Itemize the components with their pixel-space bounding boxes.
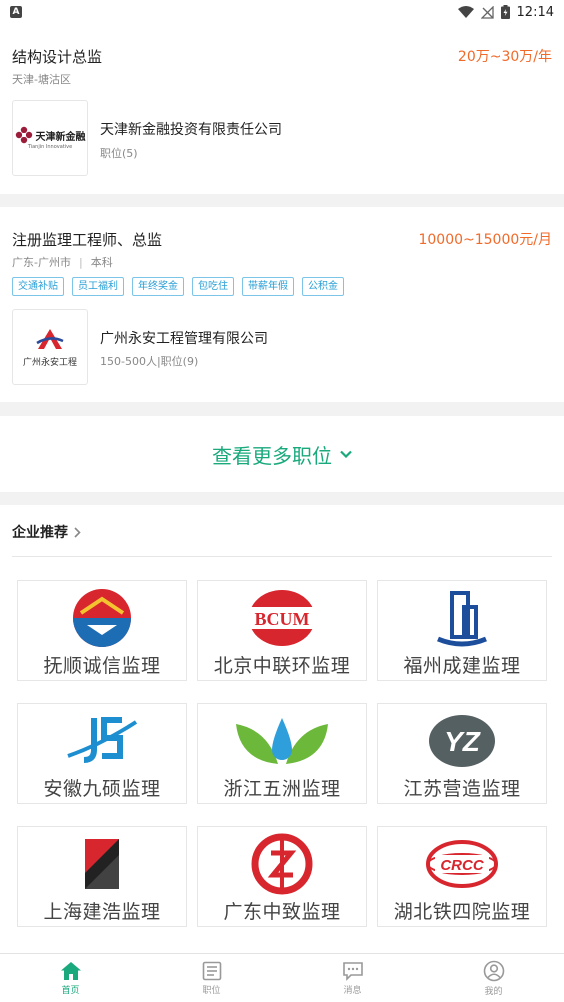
building-logo-icon (437, 591, 487, 647)
job-card[interactable]: 注册监理工程师、总监 10000~15000元/月 广东-广州市 | 本科 交通补贴… (0, 207, 564, 402)
logo-text: 广州永安工程 (22, 357, 77, 368)
crcc-logo-text: CRCC (440, 857, 484, 874)
company-tile-name: 福州成建监理 (403, 655, 521, 677)
bottom-tab-bar: 首页 职位 消息 我的 (0, 953, 564, 1002)
user-icon (483, 960, 504, 981)
company-tile[interactable]: 安徽九硕监理 (17, 703, 187, 804)
tab-profile[interactable]: 我的 (423, 954, 564, 1002)
jianhao-logo-icon (85, 839, 119, 889)
company-sub: 150-500人|职位(9) (100, 355, 199, 368)
benefit-tag: 员工福利 (72, 277, 124, 296)
more-jobs-label: 查看更多职位 (212, 443, 332, 468)
document-list-icon (202, 961, 221, 980)
benefit-tag: 年终奖金 (132, 277, 184, 296)
tab-label: 消息 (343, 985, 362, 996)
job-salary: 20万~30万/年 (457, 49, 552, 65)
job-education: 本科 (90, 256, 113, 269)
chat-bubble-icon (342, 961, 363, 981)
company-logo: 天津新金融 Tianjin Innovative (12, 100, 88, 176)
chevron-down-icon (340, 450, 352, 458)
flower-logo-icon (15, 126, 32, 144)
company-tile[interactable]: CRCC 湖北铁四院监理 (377, 826, 547, 927)
home-icon (60, 961, 81, 980)
signal-off-icon (480, 5, 494, 19)
more-jobs-section: 查看更多职位 (0, 416, 564, 492)
company-tile-name: 安徽九硕监理 (43, 778, 161, 800)
recommend-header[interactable]: 企业推荐 (12, 522, 81, 542)
benefit-tag: 包吃住 (192, 277, 234, 296)
company-sub: 职位(5) (100, 147, 138, 160)
yz-logo-icon: YZ (429, 715, 495, 767)
company-tile-name: 湖北铁四院监理 (393, 901, 531, 923)
more-jobs-button[interactable]: 查看更多职位 (212, 440, 352, 469)
job-meta: 广东-广州市 | 本科 (12, 256, 113, 269)
logo-text: 天津新金融 (35, 131, 86, 143)
logo-subtext: Tianjin Innovative (27, 144, 73, 150)
job-title: 注册监理工程师、总监 (12, 231, 163, 249)
benefit-tags: 交通补贴 员工福利 年终奖金 包吃住 带薪年假 公积金 (12, 277, 344, 296)
yongan-logo-icon (36, 328, 64, 349)
bcum-logo-text: BCUM (255, 609, 310, 629)
battery-icon (500, 5, 510, 19)
job-title: 结构设计总监 (12, 48, 103, 66)
job-location: 广东-广州市 (12, 256, 71, 269)
company-tile-name: 浙江五洲监理 (223, 778, 341, 800)
bcum-logo-icon: BCUM (249, 590, 315, 646)
status-bar: A 12:14 (0, 0, 564, 24)
company-tile[interactable]: 广东中致监理 (197, 826, 367, 927)
app-notification-icon: A (10, 6, 22, 18)
tab-jobs[interactable]: 职位 (141, 954, 282, 1002)
company-tile[interactable]: BCUM 北京中联环监理 (197, 580, 367, 681)
crcc-logo-icon: CRCC (426, 840, 498, 888)
company-tile-name: 抚顺诚信监理 (43, 655, 161, 677)
company-name[interactable]: 天津新金融投资有限责任公司 (100, 119, 282, 139)
jiushuo-logo-icon (67, 717, 138, 763)
sunrise-logo-icon (73, 589, 131, 647)
tab-label: 职位 (202, 985, 221, 996)
tab-label: 我的 (484, 986, 503, 997)
job-location: 天津-塘沽区 (12, 73, 71, 86)
leaves-drop-logo-icon (236, 718, 328, 764)
benefit-tag: 公积金 (302, 277, 344, 296)
tab-messages[interactable]: 消息 (282, 954, 423, 1002)
wifi-icon (457, 5, 474, 18)
benefit-tag: 带薪年假 (242, 277, 294, 296)
benefit-tag: 交通补贴 (12, 277, 64, 296)
tab-home[interactable]: 首页 (0, 954, 141, 1002)
company-grid: 抚顺诚信监理 BCUM 北京中联环监理 福州成建监理 安徽九硕监理 浙江五洲监理… (17, 580, 548, 927)
zhongzhi-logo-icon (251, 833, 313, 895)
job-card[interactable]: 结构设计总监 20万~30万/年 天津-塘沽区 天津新金融 Tianjin In… (0, 24, 564, 194)
yz-logo-text: YZ (444, 726, 481, 757)
divider (12, 556, 552, 557)
company-tile[interactable]: 福州成建监理 (377, 580, 547, 681)
tab-label: 首页 (61, 985, 80, 996)
section-title: 企业推荐 (12, 525, 68, 541)
status-time: 12:14 (516, 4, 554, 20)
company-logo: 广州永安工程 (12, 309, 88, 385)
company-tile-name: 上海建浩监理 (43, 901, 161, 923)
company-tile[interactable]: YZ 江苏营造监理 (377, 703, 547, 804)
company-recommend-section: 企业推荐 抚顺诚信监理 BCUM 北京中联环监理 福州成建监理 安徽九硕监理 浙… (0, 505, 564, 953)
chevron-right-icon (74, 526, 81, 538)
company-tile-name: 北京中联环监理 (213, 655, 351, 677)
job-salary: 10000~15000元/月 (418, 232, 552, 248)
company-tile[interactable]: 抚顺诚信监理 (17, 580, 187, 681)
company-tile-name: 广东中致监理 (223, 901, 341, 923)
company-tile-name: 江苏营造监理 (403, 778, 521, 800)
company-tile[interactable]: 浙江五洲监理 (197, 703, 367, 804)
company-tile[interactable]: 上海建浩监理 (17, 826, 187, 927)
company-name[interactable]: 广州永安工程管理有限公司 (100, 328, 268, 348)
